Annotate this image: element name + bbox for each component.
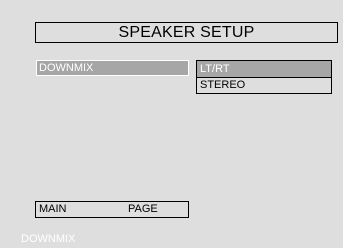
option-lt-rt[interactable]: LT/RT — [197, 61, 331, 77]
downmix-options-list: LT/RT STEREO — [196, 60, 332, 94]
menu-item-downmix[interactable]: DOWNMIX — [36, 60, 189, 76]
option-stereo[interactable]: STEREO — [197, 77, 331, 93]
page-title-label: SPEAKER SETUP — [118, 23, 255, 41]
option-stereo-label: STEREO — [200, 79, 246, 91]
page-label: PAGE — [128, 203, 158, 215]
main-label: MAIN — [39, 203, 67, 215]
status-text: DOWNMIX — [21, 233, 76, 245]
option-lt-rt-label: LT/RT — [200, 63, 230, 75]
main-page-button[interactable]: MAIN PAGE — [35, 201, 189, 218]
page-title: SPEAKER SETUP — [35, 22, 338, 43]
menu-item-downmix-label: DOWNMIX — [39, 62, 94, 74]
